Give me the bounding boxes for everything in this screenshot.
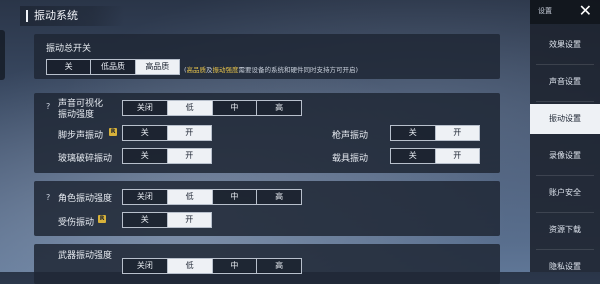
character-intensity-low[interactable]: 低 (167, 190, 213, 204)
hurt-on[interactable]: 开 (167, 213, 211, 227)
sound-vibration-panel: ? 声音可视化 振动强度 关闭 低 中 高 脚步声振动 R 关 开 枪声振动 关… (34, 93, 500, 173)
sidebar-header: 设置 ✕ (530, 0, 600, 24)
vehicle-on[interactable]: 开 (435, 149, 479, 163)
master-switch-segmented[interactable]: 关 低品质 高品质 (46, 59, 180, 75)
hurt-vibration-label: 受伤振动 (58, 218, 95, 228)
character-intensity-mid[interactable]: 中 (212, 190, 258, 204)
divider (536, 175, 594, 176)
gunshot-vibration-label: 枪声振动 (332, 131, 369, 141)
master-option-off[interactable]: 关 (47, 60, 92, 74)
divider (536, 64, 594, 65)
sidebar-item-privacy[interactable]: 隐私设置 (530, 252, 600, 272)
weapon-intensity-mid[interactable]: 中 (212, 259, 258, 273)
gunshot-on[interactable]: 开 (435, 126, 479, 140)
vehicle-vibration-toggle[interactable]: 关 开 (390, 148, 480, 164)
hurt-badge: R (98, 215, 106, 223)
hurt-vibration-toggle[interactable]: 关 开 (122, 212, 212, 228)
settings-sidebar: 设置 ✕ 效果设置 声音设置 振动设置 录像设置 账户安全 资源下载 隐私设置 (530, 0, 600, 272)
weapon-intensity-low[interactable]: 低 (167, 259, 213, 273)
sound-intensity-high[interactable]: 高 (257, 101, 301, 115)
close-icon[interactable]: ✕ (579, 2, 592, 20)
sidebar-item-sound[interactable]: 声音设置 (530, 67, 600, 97)
gunshot-vibration-toggle[interactable]: 关 开 (390, 125, 480, 141)
weapon-vibration-panel: 武器振动强度 关闭 低 中 高 (34, 244, 500, 284)
sound-visual-label-2: 振动强度 (58, 110, 95, 120)
hurt-off[interactable]: 关 (123, 213, 168, 227)
sidebar-item-vibration[interactable]: 振动设置 (530, 104, 600, 134)
master-switch-panel: 振动总开关 关 低品质 高品质 (高品质及振动强度需要设备的系统和硬件同时支持方… (34, 34, 500, 79)
master-switch-label: 振动总开关 (46, 44, 92, 54)
sound-intensity-low[interactable]: 低 (167, 101, 213, 115)
footstep-off[interactable]: 关 (123, 126, 168, 140)
sidebar-title: 设置 (538, 7, 552, 15)
footstep-badge: R (109, 128, 117, 136)
character-vibration-panel: ? 角色振动强度 关闭 低 中 高 受伤振动 R 关 开 (34, 181, 500, 236)
help-icon[interactable]: ? (46, 193, 50, 202)
note-highlight-intensity: 振动强度 (212, 66, 239, 74)
note-rest: 需要设备的系统和硬件同时支持方可开启 (238, 66, 356, 74)
footstep-on[interactable]: 开 (167, 126, 211, 140)
character-intensity-high[interactable]: 高 (257, 190, 301, 204)
sidebar-item-effects[interactable]: 效果设置 (530, 30, 600, 60)
left-drawer-handle[interactable] (0, 30, 5, 80)
sidebar-item-recording[interactable]: 录像设置 (530, 141, 600, 171)
glass-break-vibration-toggle[interactable]: 关 开 (122, 148, 212, 164)
divider (536, 249, 594, 250)
weapon-intensity-label: 武器振动强度 (58, 251, 113, 261)
glass-break-vibration-label: 玻璃破碎振动 (58, 154, 113, 164)
character-intensity-off[interactable]: 关闭 (123, 190, 168, 204)
master-option-high[interactable]: 高品质 (135, 60, 179, 74)
divider (536, 101, 594, 102)
help-icon[interactable]: ? (46, 102, 50, 111)
note-highlight-quality: 高品质 (186, 66, 207, 74)
footstep-vibration-toggle[interactable]: 关 开 (122, 125, 212, 141)
vehicle-off[interactable]: 关 (391, 149, 436, 163)
sound-intensity-segmented[interactable]: 关闭 低 中 高 (122, 100, 302, 116)
gunshot-off[interactable]: 关 (391, 126, 436, 140)
weapon-intensity-high[interactable]: 高 (257, 259, 301, 273)
sound-intensity-off[interactable]: 关闭 (123, 101, 168, 115)
vehicle-vibration-label: 载具振动 (332, 154, 369, 164)
master-option-low[interactable]: 低品质 (91, 60, 136, 74)
glass-break-on[interactable]: 开 (167, 149, 211, 163)
sidebar-item-account-security[interactable]: 账户安全 (530, 178, 600, 208)
character-intensity-label: 角色振动强度 (58, 194, 113, 204)
character-intensity-segmented[interactable]: 关闭 低 中 高 (122, 189, 302, 205)
weapon-intensity-off[interactable]: 关闭 (123, 259, 168, 273)
glass-break-off[interactable]: 关 (123, 149, 168, 163)
sound-intensity-mid[interactable]: 中 (212, 101, 258, 115)
quality-note: (高品质及振动强度需要设备的系统和硬件同时支持方可开启) (184, 66, 359, 74)
section-title: 振动系统 (20, 6, 124, 26)
sidebar-item-resource-download[interactable]: 资源下载 (530, 215, 600, 245)
divider (536, 212, 594, 213)
footstep-vibration-label: 脚步声振动 (58, 131, 104, 141)
